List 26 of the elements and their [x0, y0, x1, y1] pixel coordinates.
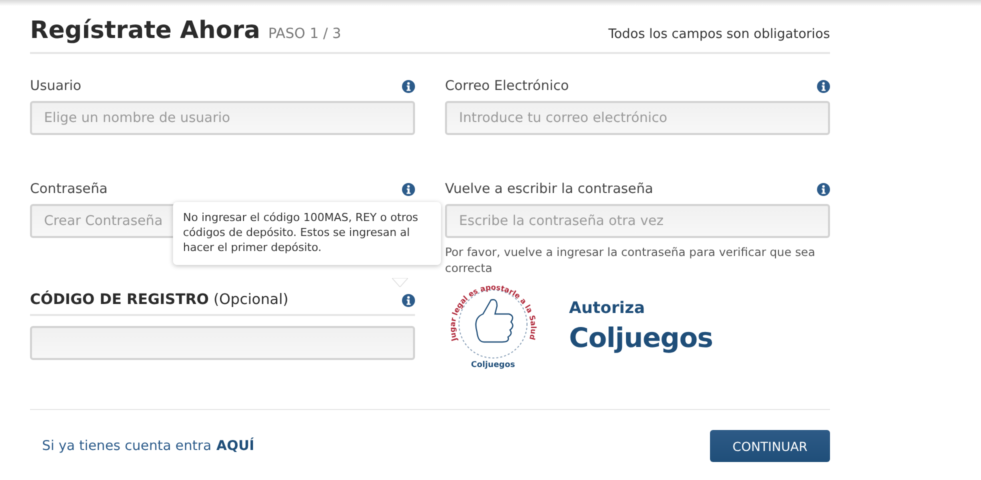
section-heading: CÓDIGO DE REGISTRO (Opcional)	[30, 292, 288, 308]
input-field[interactable]	[30, 326, 415, 360]
info-icon[interactable]	[817, 182, 830, 196]
authorization-label: Autoriza	[569, 298, 646, 316]
page-title: Regístrate Ahora	[30, 16, 260, 44]
field-label: Usuario	[30, 78, 82, 94]
info-icon[interactable]	[402, 80, 415, 92]
seal-brand: Coljuegos	[471, 360, 515, 369]
login-link[interactable]: AQUÍ	[216, 438, 254, 454]
info-icon[interactable]	[402, 182, 415, 196]
input-field[interactable]: Escribe la contraseña otra vez	[445, 204, 830, 238]
input-field[interactable]: Elige un nombre de usuario	[30, 101, 415, 135]
continue-button[interactable]: CONTINUAR	[710, 430, 830, 462]
brand-logo: Coljuegos	[569, 322, 713, 354]
tooltip: No ingresar el código 100MAS, REY o otros códigos de depósito. Estos se ingresan al hacer el primer depósito.	[173, 202, 441, 265]
tooltip-arrow-icon	[392, 278, 408, 287]
info-icon[interactable]	[402, 294, 415, 306]
hint-text: Por favor, vuelve a ingresar la contraseña para verificar que sea correcta	[445, 244, 816, 276]
field-label: Correo Electrónico	[445, 78, 569, 94]
required-note: Todos los campos son obligatorios	[608, 27, 830, 42]
field-label: Vuelve a escribir la contraseña	[445, 181, 654, 197]
info-icon[interactable]	[817, 80, 830, 92]
login-text: Si ya tienes cuenta entra AQUÍ	[42, 438, 254, 454]
input-field[interactable]: Introduce tu correo electrónico	[445, 101, 830, 135]
step-indicator: PASO 1 / 3	[268, 26, 342, 42]
field-label: Contraseña	[30, 181, 108, 197]
